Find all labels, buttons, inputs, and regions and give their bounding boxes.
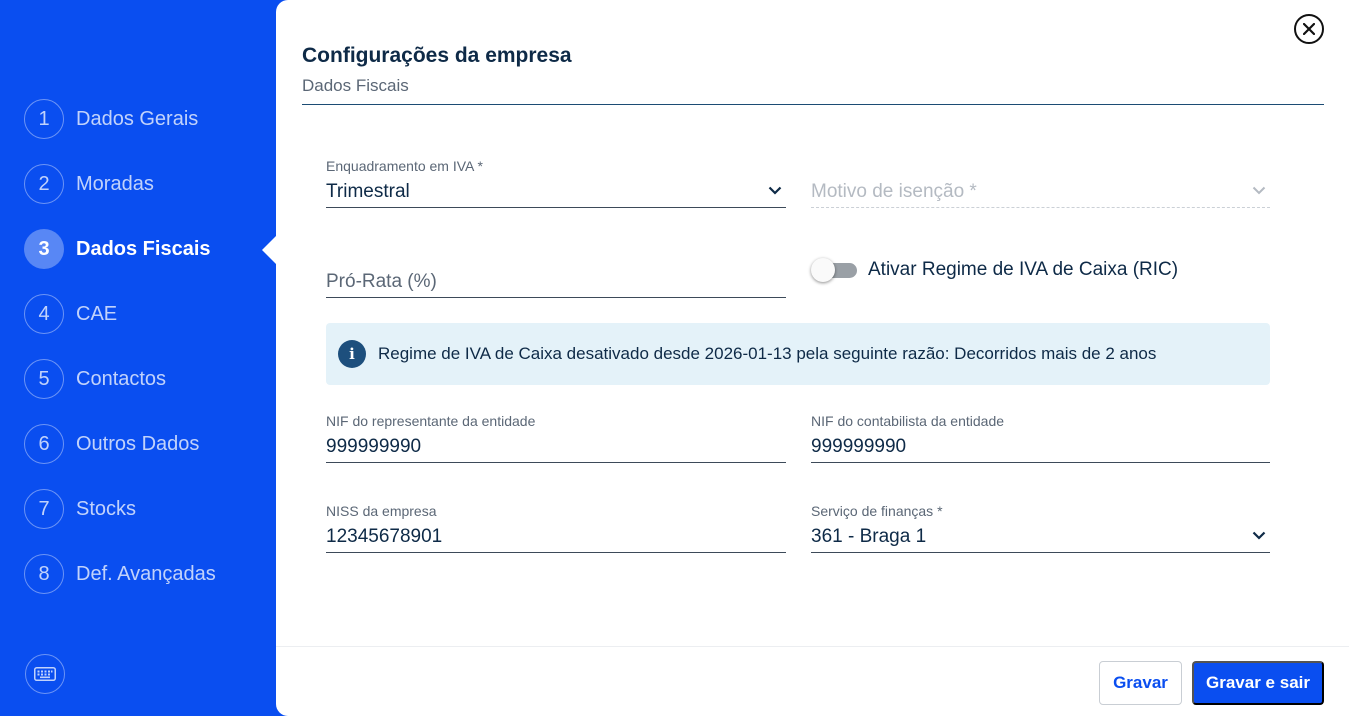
step-number: 7 [24,489,64,529]
sidebar-item-label: Def. Avançadas [76,562,216,585]
sidebar-item-label: Moradas [76,172,154,195]
sidebar-item-label: Stocks [76,497,137,520]
toggle-knob [811,258,835,282]
field-label [326,248,786,264]
field-label: NIF do contabilista da entidade [811,413,1005,429]
exemption-reason-select[interactable]: Motivo de isenção * [811,158,1270,208]
cash-vat-toggle-row: Ativar Regime de IVA de Caixa (RIC) [811,258,1178,282]
field-value: Trimestral [326,178,786,208]
active-step-pointer [262,236,276,264]
acc-nif-field[interactable]: NIF do contabilista da entidade 99999999… [811,413,1270,463]
close-icon [1303,23,1315,35]
field-value: 999999990 [326,433,786,463]
step-number: 1 [24,99,64,139]
page-title: Configurações da empresa [302,44,572,67]
sidebar-item-label: Dados Fiscais [76,237,211,260]
chevron-down-icon [1252,186,1266,195]
field-value: Pró-Rata (%) [326,268,786,298]
sidebar-item-dados-gerais[interactable]: 1 Dados Gerais [24,99,216,139]
close-button[interactable] [1294,14,1324,44]
niss-field[interactable]: NISS da empresa 12345678901 [326,503,786,553]
save-button[interactable]: Gravar [1099,661,1182,705]
sidebar: 1 Dados Gerais 2 Moradas 3 Dados Fiscais… [0,0,276,716]
pro-rata-input[interactable]: Pró-Rata (%) [326,248,786,298]
selected-value: 361 - Braga 1 [811,526,927,547]
sidebar-item-contactos[interactable]: 5 Contactos [24,359,216,399]
info-message: Regime de IVA de Caixa desativado desde … [378,344,1157,363]
rep-nif-field[interactable]: NIF do representante da entidade 9999999… [326,413,786,463]
step-number: 6 [24,424,64,464]
steps-nav: 1 Dados Gerais 2 Moradas 3 Dados Fiscais… [24,99,216,620]
field-value: 999999990 [811,433,1270,463]
keyboard-icon [34,667,56,681]
field-placeholder: Pró-Rata (%) [326,271,437,292]
sidebar-item-def-avancadas[interactable]: 8 Def. Avançadas [24,554,216,594]
sidebar-item-label: Outros Dados [76,432,200,455]
step-number: 3 [24,229,64,269]
save-and-exit-button[interactable]: Gravar e sair [1192,661,1324,705]
field-value: 361 - Braga 1 [811,523,1270,553]
sidebar-item-label: Dados Gerais [76,107,199,130]
chevron-down-icon [1252,531,1266,540]
panel-footer: Gravar Gravar e sair [276,646,1349,716]
cash-vat-toggle-label: Ativar Regime de IVA de Caixa (RIC) [868,259,1179,280]
step-number: 4 [24,294,64,334]
settings-panel: Configurações da empresa Dados Fiscais E… [276,0,1349,716]
sidebar-item-cae[interactable]: 4 CAE [24,294,216,334]
field-label: Serviço de finanças * [811,503,943,519]
field-label [811,158,1270,174]
step-number: 2 [24,164,64,204]
selected-value: Trimestral [326,181,410,202]
sidebar-item-moradas[interactable]: 2 Moradas [24,164,216,204]
chevron-down-icon [768,186,782,195]
sidebar-item-outros-dados[interactable]: 6 Outros Dados [24,424,216,464]
sidebar-item-label: CAE [76,302,118,325]
step-number: 8 [24,554,64,594]
field-label: Enquadramento em IVA * [326,158,483,174]
info-banner: i Regime de IVA de Caixa desativado desd… [326,323,1270,385]
step-number: 5 [24,359,64,399]
field-value: 12345678901 [326,523,786,553]
field-label: NIF do representante da entidade [326,413,536,429]
panel-header: Configurações da empresa Dados Fiscais [302,44,1324,105]
vat-regime-select[interactable]: Enquadramento em IVA * Trimestral [326,158,786,208]
field-label: NISS da empresa [326,503,437,519]
sidebar-item-label: Contactos [76,367,167,390]
field-value: Motivo de isenção * [811,178,1270,208]
keyboard-shortcuts-button[interactable] [25,654,65,694]
cash-vat-toggle[interactable] [811,258,857,282]
sidebar-item-dados-fiscais[interactable]: 3 Dados Fiscais [24,229,216,269]
field-placeholder: Motivo de isenção * [811,181,977,202]
sidebar-item-stocks[interactable]: 7 Stocks [24,489,216,529]
page-subtitle: Dados Fiscais [302,76,409,95]
info-icon: i [338,340,366,368]
tax-office-select[interactable]: Serviço de finanças * 361 - Braga 1 [811,503,1270,553]
